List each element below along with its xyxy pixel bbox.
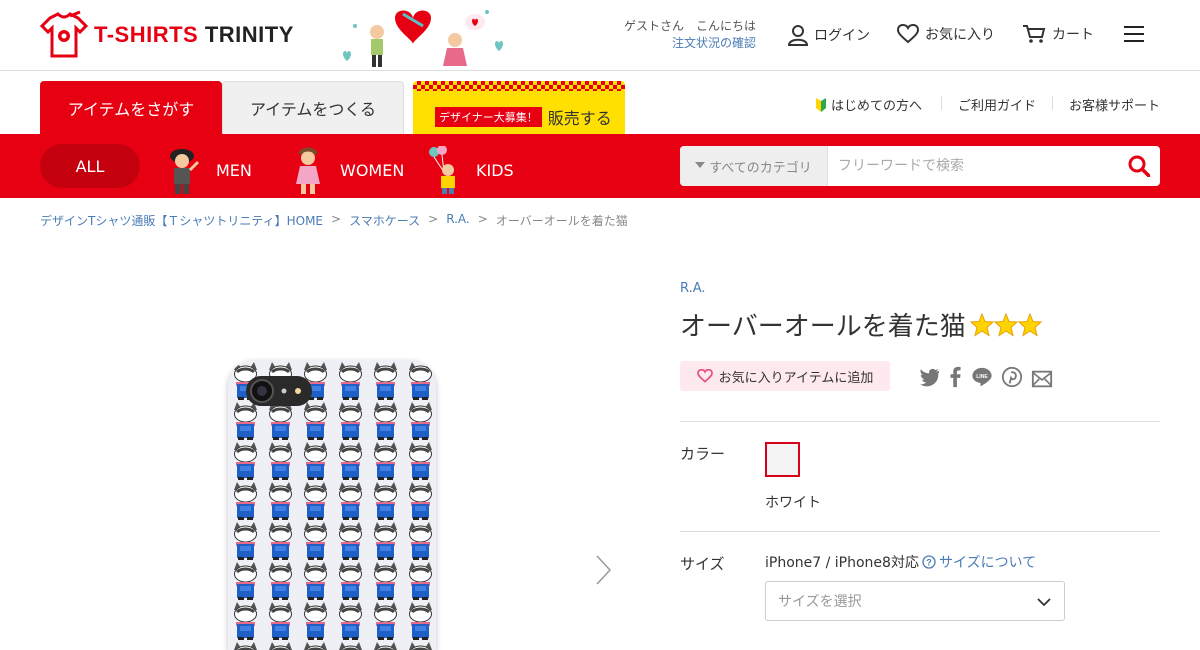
breadcrumb-separator: > xyxy=(477,212,488,226)
category-all-button[interactable]: ALL xyxy=(40,144,140,188)
product-brand-link[interactable]: R.A. xyxy=(680,281,706,296)
svg-text:?: ? xyxy=(926,558,932,568)
order-status-link[interactable]: 注文状況の確認 xyxy=(672,36,756,50)
triangle-down-icon xyxy=(695,162,706,168)
tab-make-items[interactable]: アイテムをつくる xyxy=(222,81,404,134)
size-help-link[interactable]: ? サイズについて xyxy=(922,552,1036,572)
next-image-chevron-icon[interactable] xyxy=(594,554,612,586)
support-link[interactable]: お客様サポート xyxy=(1069,95,1160,114)
checker-pattern xyxy=(413,81,625,91)
twitter-icon[interactable] xyxy=(919,366,941,388)
search-box: すべてのカテゴリ xyxy=(680,146,1160,186)
category-women[interactable]: WOMEN xyxy=(290,147,404,194)
men-figure-icon xyxy=(170,149,200,194)
question-circle-icon: ? xyxy=(922,555,936,569)
heart-outline-icon xyxy=(696,369,713,383)
login-link[interactable]: ログイン xyxy=(788,24,870,46)
search-icon[interactable] xyxy=(1128,155,1150,177)
phone-camera xyxy=(246,376,312,406)
site-header: T-SHIRTS TRINITY ゲストさん こんにちは 注文状況の確認 ログイ… xyxy=(0,0,1200,71)
guest-greeting: ゲストさん こんにちは 注文状況の確認 xyxy=(623,19,756,50)
star-icon xyxy=(969,312,994,337)
favorites-link[interactable]: お気に入り xyxy=(897,24,995,44)
logo-text: T-SHIRTS TRINITY xyxy=(94,22,294,47)
product-title: オーバーオールを着た猫 xyxy=(680,306,1042,343)
site-logo[interactable]: T-SHIRTS TRINITY xyxy=(40,10,294,60)
size-model: iPhone7 / iPhone8対応 xyxy=(765,555,919,571)
pinterest-icon[interactable] xyxy=(1001,366,1023,388)
search-input[interactable] xyxy=(828,146,1118,186)
divider xyxy=(680,421,1160,422)
heart-icon xyxy=(897,24,919,44)
beginner-mark-icon xyxy=(816,97,826,112)
category-select[interactable]: すべてのカテゴリ xyxy=(680,146,828,186)
cart-icon xyxy=(1023,25,1046,43)
women-figure-icon xyxy=(296,147,320,194)
breadcrumb-category[interactable]: スマホケース xyxy=(349,212,420,229)
divider xyxy=(680,531,1160,532)
color-name: ホワイト xyxy=(765,495,821,511)
rating-stars xyxy=(969,312,1042,337)
hamburger-menu-icon[interactable] xyxy=(1124,26,1144,44)
breadcrumb-brand[interactable]: R.A. xyxy=(446,212,470,229)
star-icon xyxy=(1017,312,1042,337)
facebook-icon[interactable] xyxy=(945,366,967,388)
breadcrumb-home[interactable]: デザインTシャツ通販【Ｔシャツトリニティ】HOME xyxy=(40,212,323,229)
add-to-favorites-button[interactable]: お気に入りアイテムに追加 xyxy=(680,361,890,391)
tab-search-items[interactable]: アイテムをさがす xyxy=(40,81,222,134)
star-icon xyxy=(993,312,1018,337)
camera-lens-icon xyxy=(250,379,301,403)
mail-icon[interactable] xyxy=(1031,368,1053,390)
beginner-link[interactable]: はじめての方へ xyxy=(815,95,922,114)
user-icon xyxy=(788,25,808,46)
category-men[interactable]: MEN xyxy=(166,149,252,194)
breadcrumb-current: オーバーオールを着た猫 xyxy=(495,214,628,228)
breadcrumb-separator: > xyxy=(428,212,439,226)
breadcrumb-separator: > xyxy=(331,212,342,226)
size-select[interactable]: サイズを選択 xyxy=(765,581,1065,621)
kids-figure-icon xyxy=(429,146,455,194)
breadcrumb: デザインTシャツ通販【Ｔシャツトリニティ】HOME > スマホケース > R.A… xyxy=(40,212,628,229)
color-label: カラー xyxy=(680,445,726,463)
guide-link[interactable]: ご利用ガイド xyxy=(958,95,1036,114)
line-icon[interactable]: LINE xyxy=(971,366,993,388)
divider xyxy=(1052,96,1053,110)
chevron-down-icon xyxy=(1037,598,1051,607)
tshirt-logo-icon xyxy=(40,10,88,58)
category-kids[interactable]: KIDS xyxy=(426,146,514,194)
svg-text:LINE: LINE xyxy=(976,374,988,380)
tab-sell[interactable]: デザイナー大募集！ 販売する xyxy=(413,81,625,134)
size-label: サイズ xyxy=(680,555,725,573)
cart-link[interactable]: カート xyxy=(1022,24,1094,44)
color-swatch-white[interactable] xyxy=(765,442,800,477)
valentine-couple-illustration xyxy=(343,10,503,67)
designer-recruit-badge: デザイナー大募集！ xyxy=(435,107,542,127)
divider xyxy=(941,96,942,110)
